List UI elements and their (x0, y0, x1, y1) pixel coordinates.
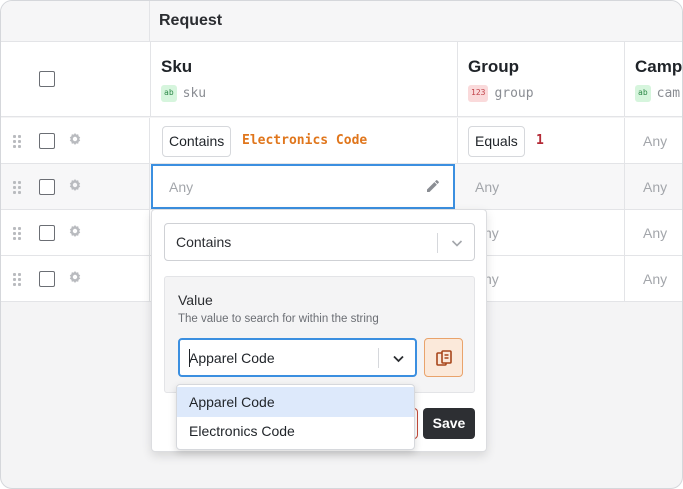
group-cell[interactable]: Any (458, 164, 625, 210)
any-placeholder: Any (643, 271, 668, 287)
any-placeholder: Any (643, 225, 668, 241)
paste-icon (436, 350, 452, 366)
gear-icon[interactable] (67, 178, 83, 194)
any-placeholder: Any (169, 179, 194, 195)
option-item[interactable]: Electronics Code (177, 416, 414, 446)
value-label: Value (178, 292, 213, 308)
select-all-checkbox[interactable] (39, 71, 55, 87)
column-header-group[interactable]: Group 123 group (458, 42, 625, 117)
sku-cell-editing[interactable]: Any (151, 164, 455, 209)
condition-value: Electronics Code (242, 133, 368, 148)
row-checkbox[interactable] (39, 133, 55, 149)
value-panel: Value The value to search for within the… (164, 276, 475, 393)
row-controls (1, 118, 150, 164)
column-name: Group (468, 57, 519, 76)
chevron-down-icon[interactable] (391, 351, 406, 366)
operator-value: Contains (176, 234, 232, 250)
drag-handle-icon[interactable] (13, 273, 25, 286)
column-meta: 123 group (468, 85, 534, 102)
drag-handle-icon[interactable] (13, 135, 25, 148)
row-checkbox[interactable] (39, 179, 55, 195)
value-combobox[interactable]: Apparel Code (178, 338, 417, 377)
camp-cell[interactable]: Any (625, 256, 682, 302)
gear-icon[interactable] (67, 132, 83, 148)
column-header-camp[interactable]: Camp ab cam (625, 42, 683, 117)
camp-cell[interactable]: Any (625, 164, 682, 210)
column-name: Camp (635, 57, 683, 76)
value-input-text: Apparel Code (189, 350, 275, 366)
drag-handle-icon[interactable] (13, 181, 25, 194)
row-checkbox[interactable] (39, 225, 55, 241)
group-title: Request (159, 12, 223, 29)
option-item[interactable]: Apparel Code (177, 387, 414, 417)
condition-value: 1 (536, 133, 544, 148)
camp-cell[interactable]: Any (625, 118, 682, 164)
string-type-badge: ab (161, 85, 177, 102)
gear-icon[interactable] (67, 270, 83, 286)
select-all-header (1, 42, 151, 117)
operator-chip[interactable]: Equals (468, 126, 525, 157)
column-key: group (494, 86, 534, 101)
column-header-sku[interactable]: Sku ab sku (151, 42, 458, 117)
drag-handle-icon[interactable] (13, 227, 25, 240)
column-key: cam (656, 86, 681, 101)
column-meta: ab cam (635, 85, 680, 102)
rules-table: Request Sku ab sku Group 123 group Camp … (0, 0, 683, 489)
group-header-spacer (1, 1, 150, 42)
row-controls (1, 256, 150, 302)
table-row: Contains Electronics Code Equals 1 Any (1, 118, 682, 164)
sku-cell[interactable]: Contains Electronics Code (151, 118, 458, 164)
group-cell[interactable]: Equals 1 (458, 118, 625, 164)
gear-icon[interactable] (67, 224, 83, 240)
any-placeholder: Any (643, 133, 668, 149)
column-name: Sku (161, 57, 193, 76)
number-type-badge: 123 (468, 85, 489, 102)
save-button[interactable]: Save (423, 408, 475, 439)
group-header: Request (1, 1, 682, 42)
any-placeholder: Any (475, 179, 500, 195)
paste-button[interactable] (424, 338, 463, 377)
column-meta: ab sku (161, 85, 206, 102)
value-description: The value to search for within the strin… (178, 313, 379, 325)
row-checkbox[interactable] (39, 271, 55, 287)
string-type-badge: ab (635, 85, 651, 102)
any-placeholder: Any (643, 179, 668, 195)
chevron-down-icon[interactable] (450, 236, 464, 250)
camp-cell[interactable]: Any (625, 210, 682, 256)
select-separator (437, 233, 438, 253)
pencil-icon[interactable] (425, 178, 441, 194)
row-controls (1, 164, 150, 210)
select-separator (378, 348, 379, 368)
value-options-dropdown: Apparel Code Electronics Code (176, 384, 415, 450)
column-key: sku (182, 86, 207, 101)
operator-select[interactable]: Contains (164, 223, 475, 261)
operator-chip[interactable]: Contains (162, 126, 232, 157)
row-controls (1, 210, 150, 256)
